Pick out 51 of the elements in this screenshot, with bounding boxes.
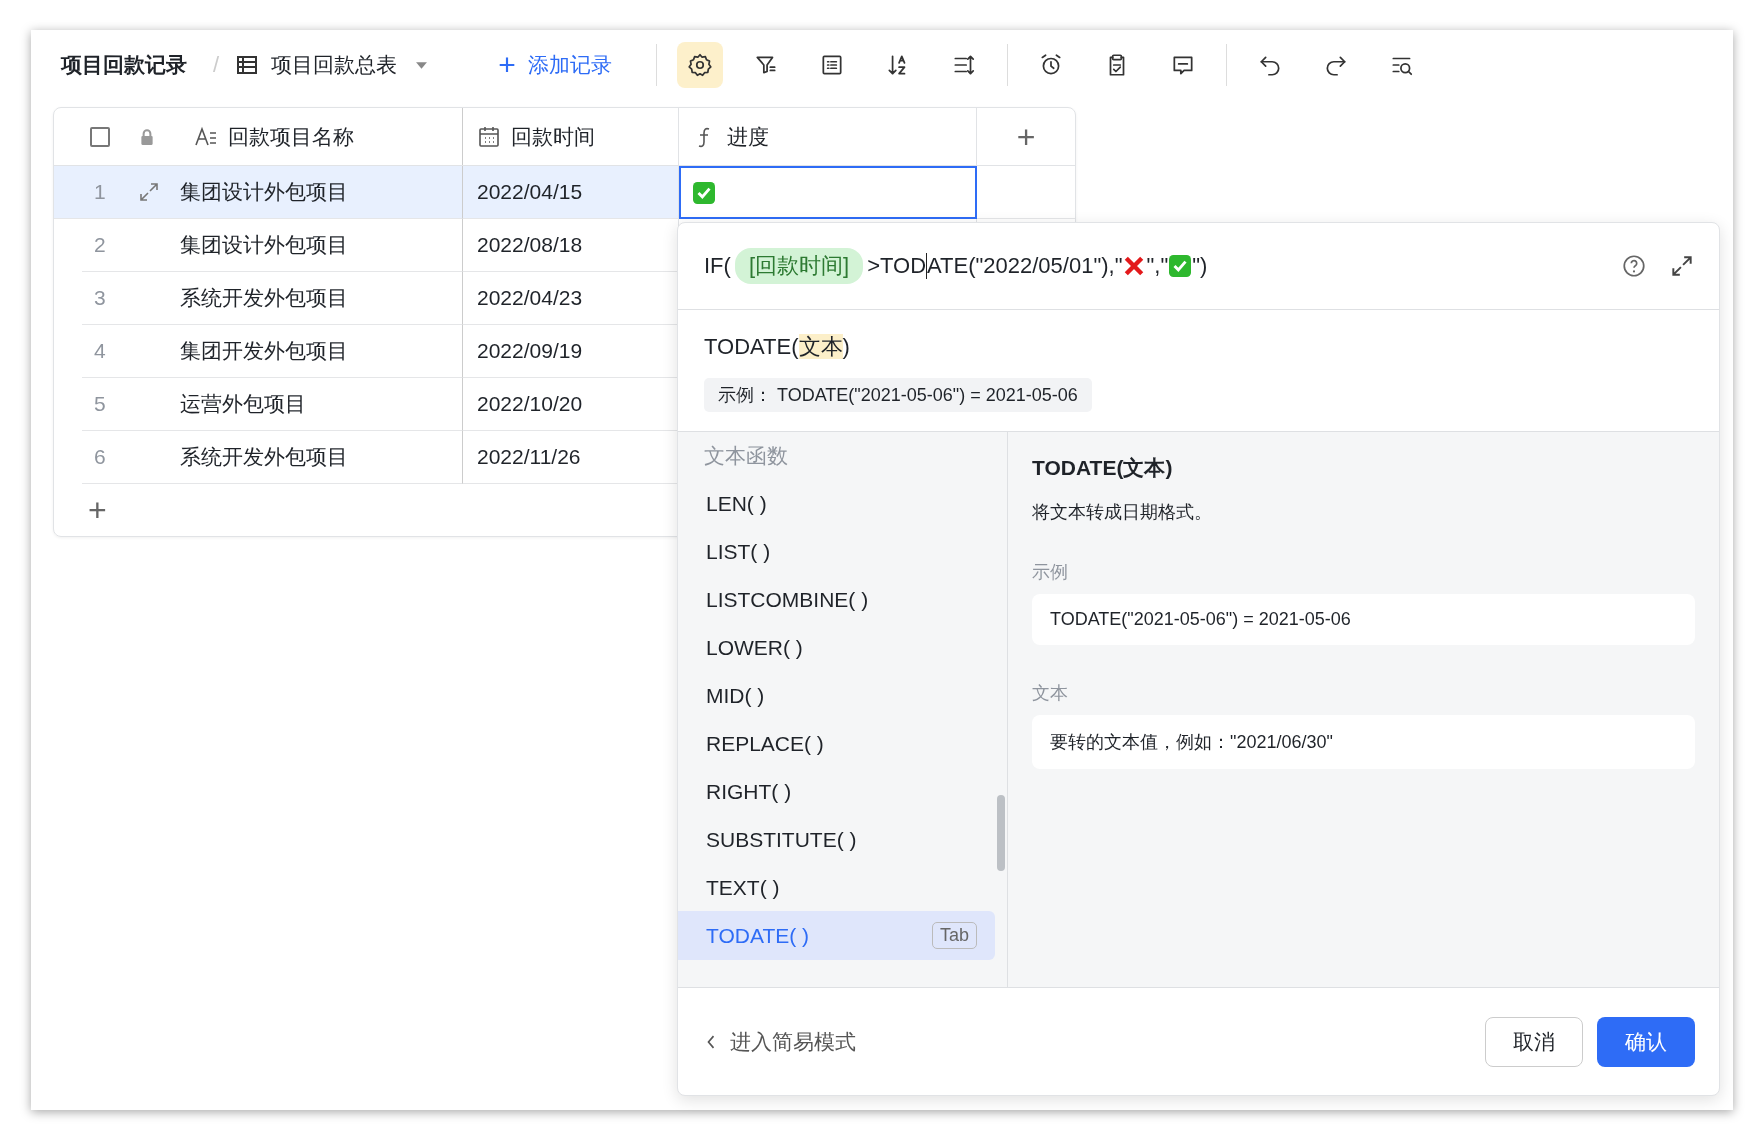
add-row-button[interactable]: +	[88, 494, 107, 526]
table-cell: 2022/08/18	[477, 233, 583, 257]
breadcrumb-separator: /	[213, 52, 220, 78]
table-cell: 2022/10/20	[477, 392, 583, 416]
function-signature: TODATE(文本)	[704, 333, 851, 361]
row-number: 1	[94, 180, 107, 204]
table-cell-text: 系统开发外包项目	[180, 444, 348, 470]
row-number: 5	[94, 392, 107, 416]
function-description: 将文本转成日期格式。	[1032, 501, 1213, 524]
column-header[interactable]: 回款时间	[511, 122, 595, 151]
parameter-box: 要转的文本值，例如："2021/06/30"	[1032, 715, 1695, 769]
row-number: 3	[94, 286, 107, 310]
table-cell: 2022/09/19	[477, 339, 583, 363]
cancel-button[interactable]: 取消	[1485, 1016, 1583, 1067]
function-item[interactable]: SUBSTITUTE( )	[678, 815, 995, 864]
category-label: 文本函数	[703, 443, 789, 469]
base-title: 项目回款记录	[61, 52, 187, 78]
row-number: 6	[94, 445, 107, 469]
function-item[interactable]: TEXT( )	[678, 863, 995, 912]
column-header[interactable]: 回款项目名称	[228, 122, 354, 151]
function-item[interactable]: LOWER( )	[678, 623, 995, 672]
function-item[interactable]: LISTCOMBINE( )	[678, 575, 995, 624]
table-cell-text: 集团开发外包项目	[180, 338, 348, 364]
function-item[interactable]: TODATE( ) Tab	[678, 911, 995, 960]
section-label: 示例	[1032, 561, 1069, 584]
row-number: 4	[94, 339, 107, 363]
formula-input[interactable]: IF( [回款时间] >TODATE("2022/05/01")," "," ")	[704, 248, 1599, 284]
add-column-button[interactable]: +	[1016, 120, 1036, 153]
table-cell-text: 运营外包项目	[180, 391, 306, 417]
table-cell-text: 系统开发外包项目	[180, 285, 348, 311]
example-box: TODATE("2021-05-06") = 2021-05-06	[1032, 594, 1695, 645]
simple-mode-link[interactable]: 进入简易模式	[706, 1027, 856, 1056]
function-item[interactable]: LEN( )	[678, 479, 995, 528]
table-cell: 2022/11/26	[477, 445, 581, 469]
function-item[interactable]: RIGHT( )	[678, 767, 995, 816]
table-cell: 2022/04/15	[477, 180, 583, 204]
function-item[interactable]: REPLACE( )	[678, 719, 995, 768]
function-title: TODATE(文本)	[1032, 455, 1174, 481]
view-selector[interactable]: 项目回款总表	[235, 51, 429, 79]
table-cell-text: 集团设计外包项目	[180, 232, 348, 258]
confirm-button[interactable]: 确认	[1597, 1016, 1695, 1067]
table-cell: 2022/04/23	[477, 286, 583, 310]
row-number: 2	[94, 233, 107, 257]
key-hint: Tab	[931, 922, 977, 949]
add-record-button[interactable]: + 添加记录	[498, 50, 612, 80]
section-label: 文本	[1032, 682, 1069, 705]
function-item[interactable]: LIST( )	[678, 527, 995, 576]
table-cell-text: 集团设计外包项目	[180, 179, 348, 205]
example-chip: 示例： TODATE("2021-05-06") = 2021-05-06	[704, 378, 1092, 412]
column-header[interactable]: 进度	[727, 122, 769, 151]
function-item[interactable]: MID( )	[678, 671, 995, 720]
